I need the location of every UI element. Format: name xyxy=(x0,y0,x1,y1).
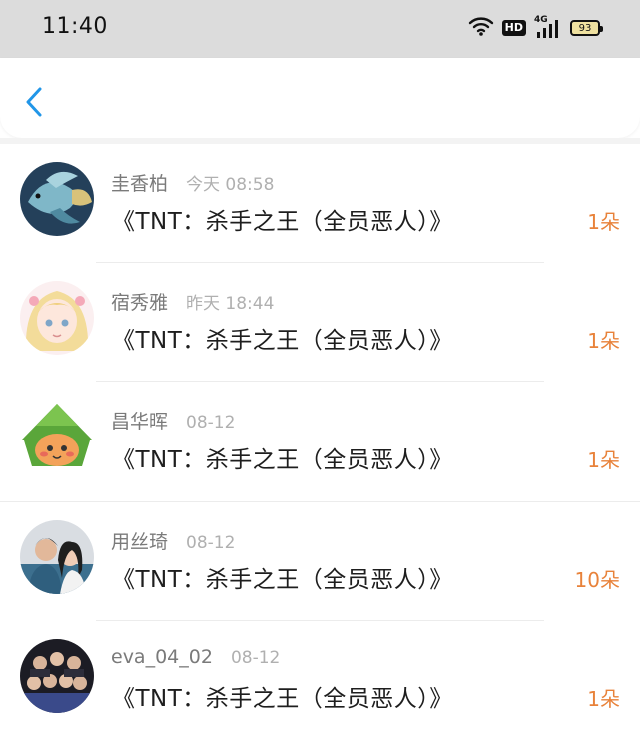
group-photo-avatar[interactable] xyxy=(20,639,94,713)
fish-avatar[interactable] xyxy=(20,162,94,236)
item-meta: 昌华晖 08-12 xyxy=(111,407,235,434)
item-title[interactable]: 《TNT：杀手之王（全员恶人）》 xyxy=(112,202,453,236)
item-meta: eva_04_02 08-12 xyxy=(111,646,280,668)
gift-amount: 1朵 xyxy=(587,687,620,711)
list-item[interactable]: 宿秀雅 昨天 18:44 《TNT：杀手之王（全员恶人）》 1朵 xyxy=(0,263,640,382)
timestamp: 08-12 xyxy=(186,533,236,553)
battery-icon: 93 xyxy=(570,20,603,36)
item-meta: 宿秀雅 昨天 18:44 xyxy=(111,288,274,315)
item-meta: 圭香柏 今天 08:58 xyxy=(111,169,274,196)
hd-badge: HD xyxy=(501,20,526,36)
user-name[interactable]: eva_04_02 xyxy=(111,646,213,668)
gift-list: 圭香柏 今天 08:58 《TNT：杀手之王（全员恶人）》 1朵 宿秀雅 昨天 … xyxy=(0,144,640,740)
item-meta: 用丝琦 08-12 xyxy=(111,527,235,554)
item-title[interactable]: 《TNT：杀手之王（全员恶人）》 xyxy=(112,679,453,713)
list-item[interactable]: 昌华晖 08-12 《TNT：杀手之王（全员恶人）》 1朵 xyxy=(0,382,640,501)
couple-photo-avatar[interactable] xyxy=(20,520,94,594)
status-time: 11:40 xyxy=(42,14,108,39)
list-item[interactable]: 用丝琦 08-12 《TNT：杀手之王（全员恶人）》 10朵 xyxy=(0,502,640,621)
item-title[interactable]: 《TNT：杀手之王（全员恶人）》 xyxy=(112,440,453,474)
wifi-icon xyxy=(468,16,494,40)
user-name[interactable]: 用丝琦 xyxy=(111,527,168,554)
chevron-left-icon xyxy=(20,87,50,124)
gift-amount: 10朵 xyxy=(574,568,620,592)
zongzi-avatar[interactable] xyxy=(20,400,94,474)
battery-level: 93 xyxy=(578,22,592,34)
back-button[interactable] xyxy=(20,84,50,120)
user-name[interactable]: 宿秀雅 xyxy=(111,288,168,315)
item-title[interactable]: 《TNT：杀手之王（全员恶人）》 xyxy=(112,321,453,355)
item-title[interactable]: 《TNT：杀手之王（全员恶人）》 xyxy=(112,560,453,594)
user-name[interactable]: 昌华晖 xyxy=(111,407,168,434)
gift-amount: 1朵 xyxy=(587,210,620,234)
status-icons: HD 4G 93 xyxy=(468,15,603,40)
timestamp: 今天 08:58 xyxy=(186,175,275,195)
anime-girl-avatar[interactable] xyxy=(20,281,94,355)
signal-icon: 4G xyxy=(534,15,562,39)
timestamp: 08-12 xyxy=(230,648,281,668)
list-item[interactable]: 圭香柏 今天 08:58 《TNT：杀手之王（全员恶人）》 1朵 xyxy=(0,144,640,263)
gift-amount: 1朵 xyxy=(587,448,620,472)
timestamp: 昨天 18:44 xyxy=(186,294,275,314)
timestamp: 08-12 xyxy=(186,413,236,433)
list-item[interactable]: eva_04_02 08-12 《TNT：杀手之王（全员恶人）》 1朵 xyxy=(0,621,640,740)
gift-amount: 1朵 xyxy=(587,329,620,353)
nav-bar xyxy=(0,58,640,138)
status-bar: 11:40 HD 4G 93 xyxy=(0,0,640,58)
user-name[interactable]: 圭香柏 xyxy=(111,169,168,196)
